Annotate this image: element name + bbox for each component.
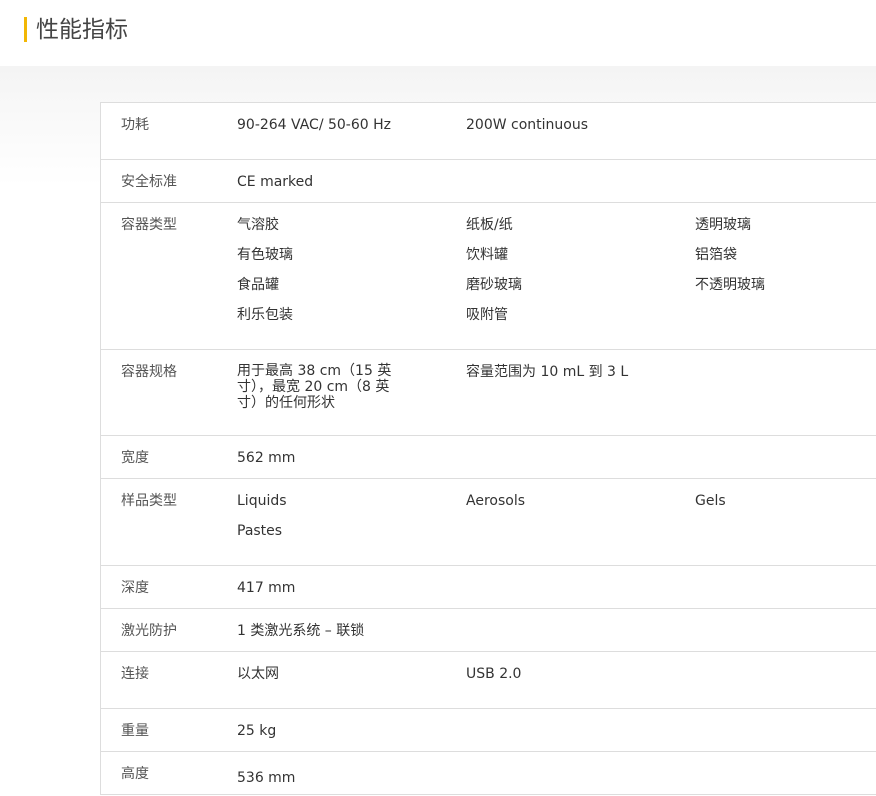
spec-value: CE marked [237,174,314,190]
spec-value: 食品罐 [237,277,279,293]
spec-label: 容器类型 [121,217,177,233]
spec-row-container-size: 容器规格 用于最高 38 cm（15 英寸），最宽 20 cm（8 英寸）的任何… [101,350,876,436]
spec-label: 安全标准 [121,174,177,190]
spec-value: USB 2.0 [466,666,522,682]
spec-row-sample-types: 样品类型 Liquids Aerosols Gels Pastes [101,479,876,566]
spec-value: Gels [695,493,726,509]
spec-label: 容器规格 [121,364,177,380]
spec-row-power: 功耗 90-264 VAC/ 50-60 Hz 200W continuous [101,103,876,160]
spec-value: 利乐包装 [237,307,293,323]
spec-value: 用于最高 38 cm（15 英寸），最宽 20 cm（8 英寸）的任何形状 [237,363,392,411]
spec-row-connectivity: 连接 以太网 USB 2.0 [101,652,876,709]
spec-value: 536 mm [237,770,296,786]
spec-value: 1 类激光系统 – 联锁 [237,623,365,639]
spec-label: 宽度 [121,450,149,466]
spec-table: 功耗 90-264 VAC/ 50-60 Hz 200W continuous … [100,102,876,795]
spec-row-weight: 重量 25 kg [101,709,876,752]
spec-value: Liquids [237,493,287,509]
spec-value: 纸板/纸 [466,217,513,233]
spec-value: 容量范围为 10 mL 到 3 L [466,364,629,380]
spec-value: 25 kg [237,723,277,739]
spec-value: 磨砂玻璃 [466,277,522,293]
spec-label: 功耗 [121,117,149,133]
spec-value: 562 mm [237,450,296,466]
spec-label: 高度 [121,766,149,782]
spec-row-height: 高度 536 mm [101,752,876,795]
spec-row-depth: 深度 417 mm [101,566,876,609]
spec-row-laser: 激光防护 1 类激光系统 – 联锁 [101,609,876,652]
spec-label: 深度 [121,580,149,596]
spec-label: 样品类型 [121,493,177,509]
spec-value: 不透明玻璃 [695,277,765,293]
spec-value: Aerosols [466,493,526,509]
spec-value: 417 mm [237,580,296,596]
spec-row-container-types: 容器类型 气溶胶 纸板/纸 透明玻璃 有色玻璃 饮料罐 铝箔袋 食品罐 磨砂玻璃… [101,203,876,350]
spec-value: 200W continuous [466,117,589,133]
title-accent-bar [24,17,27,42]
spec-value: Pastes [237,523,283,539]
spec-value: 饮料罐 [466,247,508,263]
page-title: 性能指标 [36,17,128,43]
spec-value: 吸附管 [466,307,508,323]
spec-value: 透明玻璃 [695,217,751,233]
section-header: 性能指标 [0,0,876,66]
spec-value: 铝箔袋 [695,247,737,263]
spec-row-safety: 安全标准 CE marked [101,160,876,203]
spec-label: 重量 [121,723,149,739]
spec-value: 气溶胶 [237,217,279,233]
spec-label: 激光防护 [121,623,177,639]
spec-value: 有色玻璃 [237,247,293,263]
spec-value: 以太网 [237,666,279,682]
page: 性能指标 功耗 90-264 VAC/ 50-60 Hz 200W contin… [0,0,876,796]
spec-value: 90-264 VAC/ 50-60 Hz [237,117,391,133]
spec-row-width: 宽度 562 mm [101,436,876,479]
spec-label: 连接 [121,666,149,682]
